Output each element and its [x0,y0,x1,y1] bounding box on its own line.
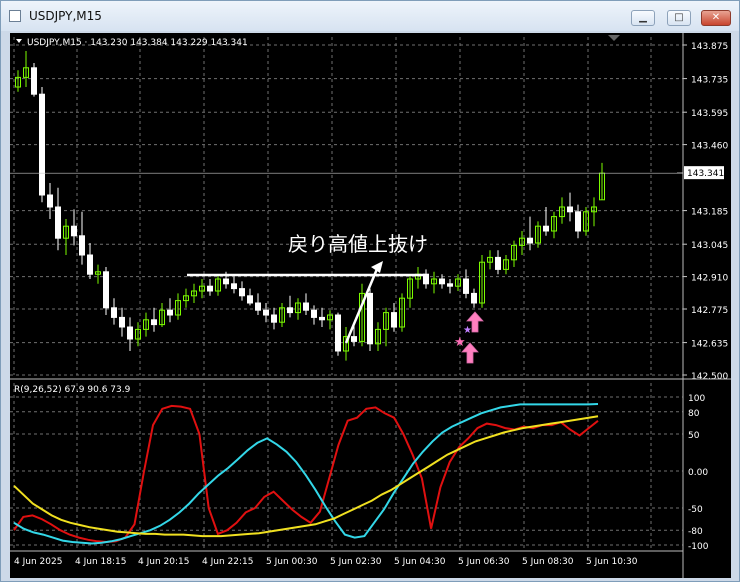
candle-body [527,237,533,244]
candle-body [543,225,549,232]
candle-body [263,309,269,316]
candle-body [247,295,253,304]
candle-body [575,211,581,232]
candle-body [319,316,325,321]
candle-body [447,283,453,287]
price-tick-label: 143.045 [691,241,728,251]
candle-body [103,271,109,309]
minimize-icon: ▁ [639,12,647,23]
indicator-tick-label: 100 [688,394,705,404]
time-tick-label: 4 Jun 22:15 [202,557,253,567]
candle-body [31,67,37,95]
candle-body [39,93,45,196]
candle-body [111,307,117,318]
candle-body [303,302,309,311]
time-tick-label: 4 Jun 2025 [14,557,62,567]
oscillator-line-cyan [13,403,599,545]
app-icon [9,10,21,22]
price-tick-label: 143.185 [691,208,728,218]
time-tick-label: 5 Jun 08:30 [522,557,574,567]
candle-body [567,206,573,213]
candle-body [71,225,77,237]
price-tick-label: 142.500 [691,372,728,382]
price-tick-label: 143.875 [691,42,728,52]
indicator-tick-label: 50 [688,431,700,441]
indicator-label: R(9,26,52) 67.9 90.6 73.9 [14,385,131,395]
candle-body [335,314,341,352]
candle-body [167,309,173,316]
indicator-tick-label: 0.00 [688,468,708,478]
price-tick-label: 142.775 [691,306,728,316]
title-bar[interactable]: USDJPY,M15 ▁ □ ✕ [1,1,739,31]
chart-window: USDJPY,M15 ▁ □ ✕ 143.875 143.735 143.595 14… [0,0,740,582]
annotation-label: 戻り高値上抜け [288,232,428,256]
indicator-tick-label: 80 [688,409,700,419]
indicator-tick-label: -50 [688,505,703,515]
candle-body [495,256,501,270]
time-tick-label: 5 Jun 04:30 [394,557,446,567]
restore-icon: □ [674,12,684,23]
price-chart[interactable]: 143.875 143.735 143.595 143.460 143.185 143.0… [10,33,731,578]
restore-button[interactable]: □ [667,10,691,26]
candle-body [55,206,61,239]
price-tick-label: 142.635 [691,340,728,350]
close-button[interactable]: ✕ [701,10,731,26]
price-tick-label: 143.595 [691,109,728,119]
time-tick-label: 5 Jun 02:30 [330,557,382,567]
chart-info-label: USDJPY,M15 · 143.230 143.384 143.229 143… [27,38,248,48]
close-icon: ✕ [711,12,721,23]
time-tick-label: 5 Jun 06:30 [458,557,510,567]
candle-body [391,312,397,328]
candle-body [207,285,213,292]
candle-body [471,292,477,304]
indicator-tick-label: -80 [688,527,703,537]
candle-body [439,278,445,285]
candle-body [351,336,357,342]
candle-body [119,316,125,328]
candle-body [271,314,277,323]
time-tick-label: 5 Jun 10:30 [586,557,638,567]
candle-body [223,278,229,285]
star-icon: ★ [463,325,472,336]
candle-body [463,278,469,294]
candle-body [255,302,261,311]
candle-body [311,309,317,318]
current-price-label: 143.341 [687,169,724,179]
candle-body [47,194,53,208]
time-tick-label: 4 Jun 20:15 [138,557,189,567]
star-icon: ★ [454,335,466,350]
candle-body [79,235,85,256]
window-title: USDJPY,M15 [29,9,102,23]
indicator-tick-label: -100 [688,542,709,552]
minimize-button[interactable]: ▁ [631,10,655,26]
chart-canvas[interactable]: 143.875 143.735 143.595 143.460 143.185 143.0… [10,33,731,578]
dropdown-triangle-icon [16,39,22,43]
time-tick-label: 5 Jun 00:30 [266,557,318,567]
candle-body [231,283,237,290]
candle-body [151,319,157,326]
candle-body [239,288,245,297]
time-tick-label: 4 Jun 18:15 [75,557,126,567]
chart-shift-marker [608,35,620,41]
price-tick-label: 143.460 [691,142,728,152]
price-tick-label: 142.910 [691,274,728,284]
candle-body [87,254,93,275]
price-tick-label: 143.735 [691,76,728,86]
candle-body [367,292,373,345]
candle-body [127,326,133,340]
candle-body [287,307,293,314]
